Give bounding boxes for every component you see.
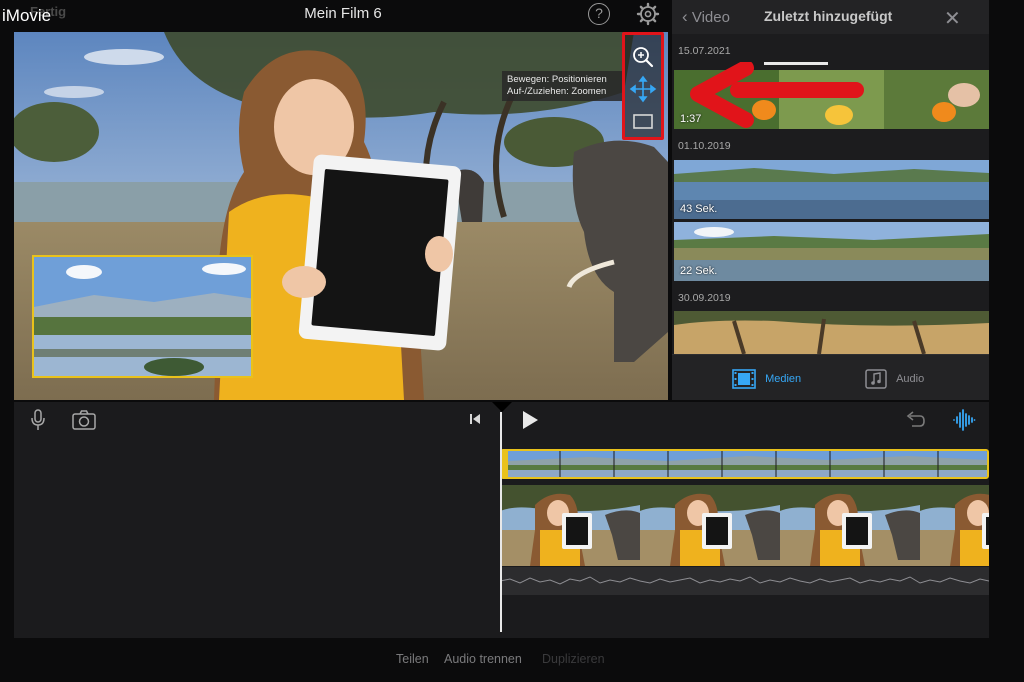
- ken-burns-tools: [622, 32, 664, 140]
- audio-waveform-track[interactable]: [500, 567, 989, 595]
- skip-back-icon[interactable]: [468, 412, 482, 426]
- gear-icon[interactable]: [636, 2, 660, 26]
- tab-audio[interactable]: Audio: [865, 369, 924, 391]
- library-header: ‹ Video Zuletzt hinzugefügt ✕: [672, 0, 989, 34]
- tooltip-zoom-text: Auf-/Zuziehen: Zoomen: [507, 86, 607, 97]
- play-icon[interactable]: [520, 410, 540, 430]
- playhead-marker-icon: [492, 402, 512, 412]
- help-button[interactable]: ?: [588, 3, 610, 25]
- zoom-icon[interactable]: [629, 43, 657, 71]
- library-footer: Medien Audio: [672, 354, 989, 400]
- music-note-icon: [865, 369, 887, 389]
- tab-media[interactable]: Medien: [732, 369, 801, 391]
- undo-icon[interactable]: [904, 410, 926, 430]
- library-clip[interactable]: [674, 311, 989, 354]
- chevron-left-icon: ‹: [682, 7, 688, 26]
- date-label: 15.07.2021: [678, 45, 731, 57]
- pip-track-thumbnails: [508, 451, 987, 477]
- library-clip[interactable]: 22 Sek.: [674, 222, 989, 281]
- clip-thumbnail: [674, 160, 989, 219]
- gesture-tooltip: Bewegen: Positionieren Auf-/Zuziehen: Zo…: [502, 71, 624, 101]
- project-title: Mein Film 6: [304, 5, 382, 22]
- pip-thumbnail: [34, 257, 251, 376]
- share-action[interactable]: Teilen: [396, 652, 429, 666]
- clip-thumbnail: [674, 311, 989, 354]
- playhead[interactable]: [500, 412, 502, 632]
- back-button[interactable]: ‹ Video: [682, 7, 730, 27]
- camera-icon[interactable]: [72, 410, 96, 430]
- waveform-icon[interactable]: [952, 408, 976, 432]
- screen-edge: [989, 0, 1024, 682]
- detach-audio-action[interactable]: Audio trennen: [444, 652, 522, 666]
- video-viewer[interactable]: Bewegen: Positionieren Auf-/Zuziehen: Zo…: [14, 32, 668, 400]
- date-label: 30.09.2019: [678, 292, 731, 304]
- film-strip-icon: [732, 369, 756, 389]
- pip-clip-track[interactable]: [500, 449, 989, 479]
- tab-audio-label: Audio: [896, 373, 925, 385]
- media-library: ‹ Video Zuletzt hinzugefügt ✕ 15.07.2021…: [672, 0, 989, 400]
- audio-waveform: [500, 576, 989, 585]
- main-clip-track[interactable]: [500, 485, 989, 566]
- timeline: [14, 402, 989, 638]
- clip-duration: 22 Sek.: [680, 265, 718, 277]
- duplicate-action: Duplizieren: [542, 652, 605, 666]
- main-track-thumbnails: [500, 485, 989, 566]
- date-label: 01.10.2019: [678, 140, 731, 152]
- picture-in-picture-clip[interactable]: [32, 255, 253, 378]
- clip-thumbnail: [674, 222, 989, 281]
- library-title: Zuletzt hinzugefügt: [764, 8, 893, 24]
- back-label: Video: [691, 9, 730, 26]
- library-clip[interactable]: 43 Sek.: [674, 160, 989, 219]
- bottom-action-bar: Teilen Audio trennen Duplizieren: [0, 640, 1024, 682]
- annotation-arrow-icon: [690, 62, 864, 128]
- tooltip-move-text: Bewegen: Positionieren: [507, 74, 607, 85]
- app-label: iMovie: [2, 6, 52, 25]
- close-icon[interactable]: ✕: [944, 6, 961, 31]
- clip-duration: 43 Sek.: [680, 203, 718, 215]
- microphone-icon[interactable]: [30, 408, 46, 432]
- move-arrows-icon[interactable]: [629, 75, 657, 103]
- frame-icon[interactable]: [629, 107, 657, 135]
- tab-media-label: Medien: [765, 373, 802, 385]
- top-bar: Fertig iMovie Mein Film 6 ?: [0, 0, 668, 32]
